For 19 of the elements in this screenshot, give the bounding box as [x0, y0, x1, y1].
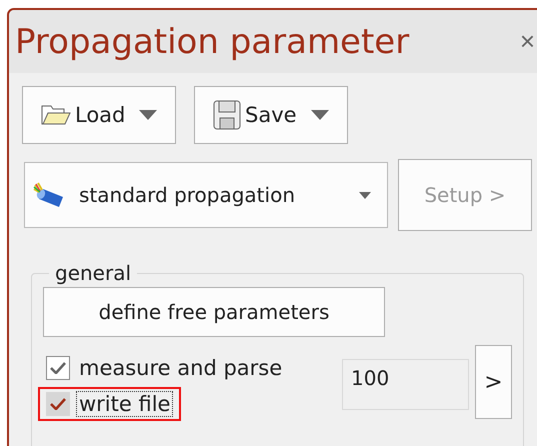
- define-parameters-button[interactable]: define free parameters: [43, 287, 385, 337]
- checkbox-label[interactable]: measure and parse: [76, 355, 286, 381]
- next-button[interactable]: >: [475, 345, 512, 419]
- caret-icon: [139, 110, 157, 120]
- checkmark-icon: [50, 398, 66, 410]
- save-button[interactable]: Save: [194, 86, 348, 144]
- load-button[interactable]: Load: [22, 86, 176, 144]
- window-title: Propagation parameter: [15, 22, 410, 62]
- checkbox[interactable]: [46, 356, 70, 380]
- caret-icon: [311, 110, 329, 120]
- dropdown-value: standard propagation: [79, 183, 295, 207]
- checkmark-icon: [50, 362, 66, 374]
- caret-icon: [359, 192, 371, 198]
- checkbox-label[interactable]: write file: [76, 391, 174, 417]
- close-button[interactable]: ×: [520, 26, 535, 57]
- group-title: general: [54, 261, 132, 285]
- propagation-dropdown[interactable]: standard propagation: [24, 162, 388, 228]
- folder-icon: [41, 104, 71, 126]
- value-field[interactable]: 100: [342, 359, 469, 410]
